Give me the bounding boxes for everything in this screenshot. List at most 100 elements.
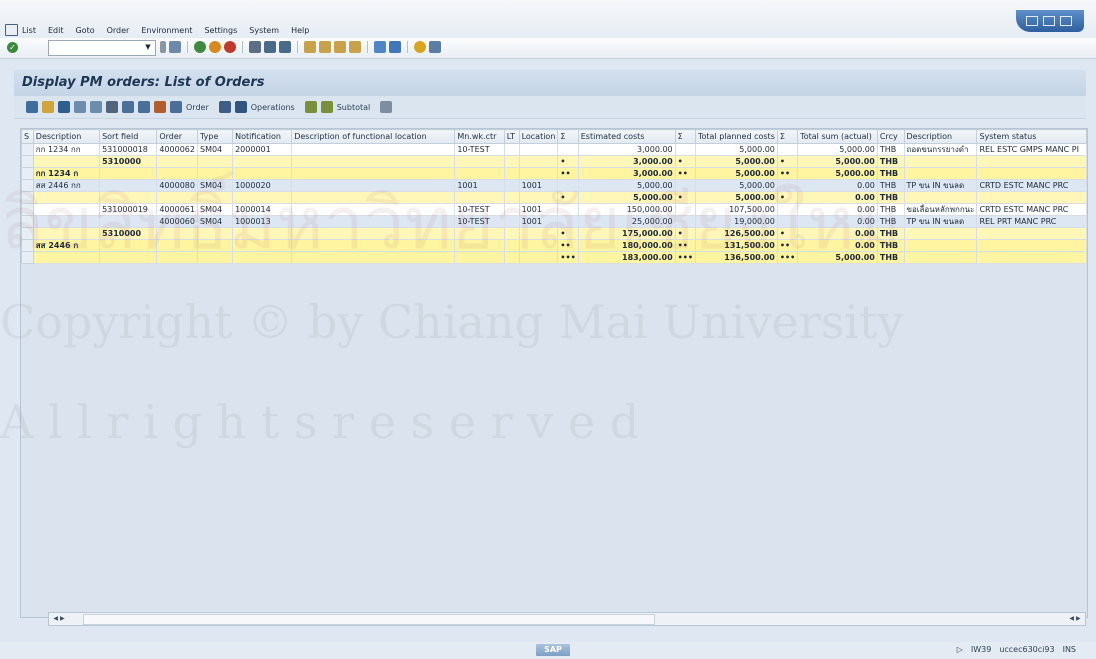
column-header[interactable]: S	[21, 129, 34, 144]
layout-icon[interactable]	[170, 101, 182, 113]
subtotal-row[interactable]: • 5,000.00 • 5,000.00 • 0.00 THB	[21, 191, 1087, 204]
transaction-code[interactable]: IW39	[971, 645, 991, 654]
create-session-icon[interactable]	[374, 41, 386, 53]
column-header[interactable]: Σ	[776, 129, 799, 144]
order-print-icon[interactable]	[218, 101, 231, 113]
column-header[interactable]: System status	[976, 129, 1087, 144]
row-selector[interactable]	[21, 191, 34, 204]
maximize-icon[interactable]	[1043, 16, 1055, 26]
row-selector[interactable]	[21, 179, 34, 192]
print-icon[interactable]	[249, 41, 261, 53]
subtotal-row[interactable]: 5310000 • 175,000.00 • 126,500.00 • 0.00 THB	[21, 227, 1087, 240]
table-cell	[291, 143, 456, 156]
cancel-icon[interactable]	[224, 41, 236, 53]
first-page-icon[interactable]	[304, 41, 316, 53]
row-selector[interactable]	[21, 215, 34, 228]
filter-icon[interactable]	[122, 101, 134, 113]
status-expand-icon[interactable]: ▷	[957, 645, 963, 654]
scroll-right-icon[interactable]: ◀ ▶	[1065, 614, 1085, 623]
order-button[interactable]: Order	[186, 103, 209, 112]
operations-button[interactable]: Operations	[251, 103, 295, 112]
choose-icon[interactable]	[42, 101, 54, 113]
subtotal-row[interactable]: กก 1234 ก •• 3,000.00 •• 5,000.00 •• 5,000.00 T…	[21, 167, 1087, 180]
deselect-all-icon[interactable]	[90, 101, 102, 113]
close-icon[interactable]	[1060, 16, 1072, 26]
horizontal-scrollbar[interactable]: ◀ ▶ ◀ ▶	[48, 612, 1086, 626]
table-cell	[291, 179, 456, 192]
column-header[interactable]: Crcy	[876, 129, 905, 144]
row-selector[interactable]	[21, 167, 34, 180]
minimize-icon[interactable]	[1026, 16, 1038, 26]
filter-set-icon[interactable]	[138, 101, 150, 113]
column-header[interactable]: Location	[518, 129, 559, 144]
row-selector[interactable]	[21, 155, 34, 168]
menu-system[interactable]: System	[249, 26, 279, 35]
column-header[interactable]: Description of functional location	[291, 129, 456, 144]
previous-page-icon[interactable]	[319, 41, 331, 53]
menu-edit[interactable]: Edit	[48, 26, 64, 35]
row-selector[interactable]	[21, 251, 34, 264]
column-header[interactable]: LT	[503, 129, 520, 144]
column-header[interactable]: Order	[156, 129, 198, 144]
save-icon[interactable]	[169, 41, 181, 53]
scroll-left-icon[interactable]: ◀ ▶	[49, 614, 69, 623]
column-header[interactable]: Notification	[232, 129, 293, 144]
chart-icon[interactable]	[154, 101, 166, 113]
column-header[interactable]: Sort field	[99, 129, 158, 144]
row-selector[interactable]	[21, 227, 34, 240]
details-icon[interactable]	[26, 101, 38, 113]
column-header[interactable]: Description	[32, 129, 101, 144]
table-cell	[156, 155, 198, 168]
column-header[interactable]: Total sum (actual)	[797, 129, 878, 144]
last-page-icon[interactable]	[349, 41, 361, 53]
operations-icon[interactable]	[234, 101, 247, 113]
menu-goto[interactable]: Goto	[75, 26, 94, 35]
column-header[interactable]: Type	[196, 129, 234, 144]
collapse-icon[interactable]	[160, 41, 166, 53]
refresh-icon[interactable]	[58, 101, 70, 113]
column-header[interactable]: Σ	[557, 129, 579, 144]
subtotal-icon[interactable]	[320, 101, 333, 113]
column-header[interactable]: Mn.wk.ctr	[454, 129, 505, 144]
sum-icon[interactable]	[304, 101, 317, 113]
table-cell: 0.00	[797, 215, 878, 228]
subtotal-button[interactable]: Subtotal	[337, 103, 371, 112]
layout-menu-icon[interactable]	[429, 41, 441, 53]
table-row[interactable]: 531000019 4000061 SM04 1000014 10-TEST 1001 15…	[21, 203, 1087, 216]
column-header[interactable]: Description	[903, 129, 978, 144]
column-header[interactable]: Estimated costs	[577, 129, 676, 144]
back-icon[interactable]	[194, 41, 206, 53]
subtotal-row[interactable]: 5310000 • 3,000.00 • 5,000.00 • 5,000.00 THB	[21, 155, 1087, 168]
row-selector[interactable]	[21, 239, 34, 252]
export-icon[interactable]	[380, 101, 393, 113]
menu-environment[interactable]: Environment	[141, 26, 192, 35]
command-dropdown-icon[interactable]: ▼	[143, 40, 153, 54]
menu-order[interactable]: Order	[107, 26, 130, 35]
menu-list-item[interactable]: List	[22, 26, 36, 35]
exit-icon[interactable]	[209, 41, 221, 53]
table-cell	[557, 215, 579, 228]
command-field[interactable]	[48, 40, 156, 56]
select-all-icon[interactable]	[74, 101, 86, 113]
subtotal-row[interactable]: สส 2446 ก •• 180,000.00 •• 131,500.00 •• 0.00 T…	[21, 239, 1087, 252]
enter-icon[interactable]: ✓	[7, 42, 18, 53]
menu-help[interactable]: Help	[291, 26, 309, 35]
find-icon[interactable]	[264, 41, 276, 53]
table-cell: •••	[557, 251, 579, 264]
shortcut-icon[interactable]	[389, 41, 401, 53]
find-next-icon[interactable]	[279, 41, 291, 53]
app-menu-icon[interactable]	[5, 24, 18, 36]
row-selector[interactable]	[21, 203, 34, 216]
column-header[interactable]: Σ	[674, 129, 696, 144]
column-header[interactable]: Total planned costs	[694, 129, 778, 144]
table-row[interactable]: กก 1234 กก 531000018 4000062 SM04 2000001 10-…	[21, 143, 1087, 156]
scroll-thumb[interactable]	[83, 614, 655, 625]
table-row[interactable]: สส 2446 กก 4000080 SM04 1000020 1001 1001 5,00…	[21, 179, 1087, 192]
menu-settings[interactable]: Settings	[204, 26, 237, 35]
subtotal-row[interactable]: ••• 183,000.00 ••• 136,500.00 ••• 5,000.00 THB	[21, 251, 1087, 264]
table-row[interactable]: 4000060 SM04 1000013 10-TEST 1001 25,000.00 19…	[21, 215, 1087, 228]
row-selector[interactable]	[21, 143, 34, 156]
print-preview-icon[interactable]	[106, 101, 118, 113]
help-icon[interactable]	[414, 41, 426, 53]
next-page-icon[interactable]	[334, 41, 346, 53]
